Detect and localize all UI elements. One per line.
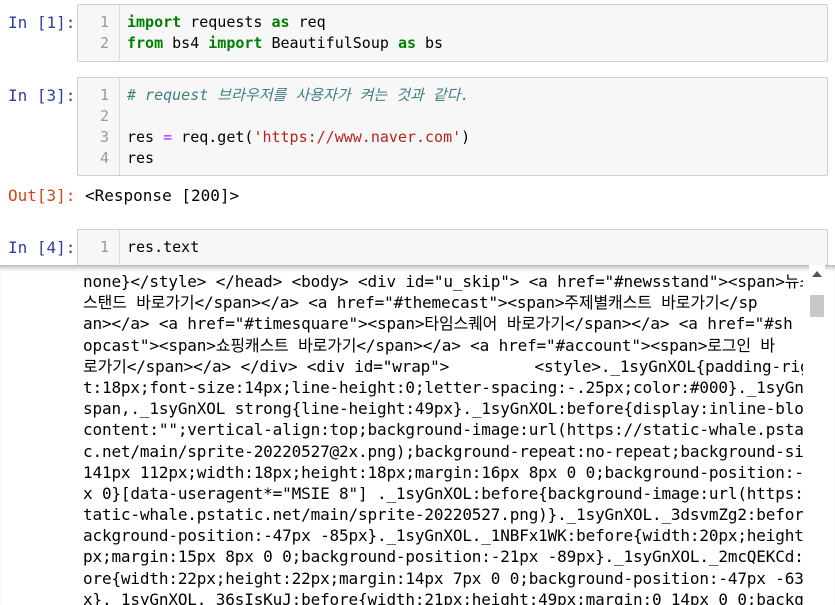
output-line: span,._1syGnXOL strong{line-height:49px}… (83, 399, 803, 419)
output-line: none}</style> </head> <body> <div id="u_… (83, 272, 803, 291)
output-line: t:18px;font-size:14px;line-height:0;lett… (83, 377, 803, 397)
line-number: 2 (99, 107, 109, 125)
output-line: an></a> <a href="#timesquare"><span>타임스퀘… (83, 314, 793, 334)
output-line: px;margin:15px 8px 0 0;background-positi… (83, 547, 803, 567)
output-scroll-area[interactable]: none}</style> </head> <body> <div id="u_… (0, 265, 835, 605)
code-line: # request 브라우저를 사용자가 켜는 것과 같다. (127, 85, 821, 106)
cell-output: <Response [200]> (85, 186, 240, 205)
line-number: 1 (99, 86, 109, 104)
code-line: res = req.get('https://www.naver.com') (127, 127, 821, 148)
code-editor[interactable]: import requests as req from bs4 import Be… (127, 12, 821, 54)
code-token: 'https://www.naver.com' (253, 128, 462, 146)
code-line: import requests as req (127, 12, 821, 33)
scrollbar-thumb[interactable] (810, 295, 824, 317)
output-line: 스탠드 바로가기</span></a> <a href="#themecast"… (83, 293, 758, 313)
line-number: 2 (99, 34, 109, 52)
output-scrollbar[interactable] (809, 265, 825, 605)
code-token: as (397, 34, 416, 52)
line-number: 4 (99, 149, 109, 167)
code-editor[interactable]: # request 브라우저를 사용자가 켜는 것과 같다. res = req.… (127, 85, 821, 169)
code-token: bs (416, 34, 444, 52)
line-number-gutter: 1 2 3 4 (78, 78, 120, 175)
code-token: res.text (127, 238, 200, 256)
code-token: ) (461, 128, 471, 146)
code-cell-3[interactable]: 1 2 3 4 # request 브라우저를 사용자가 켜는 것과 같다. re… (77, 77, 828, 176)
code-token: req.get( (172, 128, 254, 146)
code-token: bs4 (163, 34, 209, 52)
code-token: requests (181, 13, 272, 31)
code-token: res (127, 128, 164, 146)
output-line: content:"";vertical-align:top;background… (83, 420, 803, 440)
line-number-gutter: 1 2 (78, 5, 120, 61)
line-number: 1 (99, 238, 109, 256)
output-prompt-3: Out[3]: (8, 186, 76, 205)
output-line: ackground-position:-47px -85px}._1syGnXO… (83, 526, 803, 546)
output-line: x 0}[data-useragent*="MSIE 8"] ._1syGnXO… (83, 483, 803, 503)
code-cell-4[interactable]: 1 res.text (77, 229, 828, 266)
code-cell-1[interactable]: 1 2 import requests as req from bs4 impor… (77, 4, 828, 62)
output-line: 로가기</span></a> </div> <div id="wrap"> <s… (83, 356, 803, 376)
output-line: tatic-whale.pstatic.net/main/sprite-2022… (83, 505, 803, 525)
code-editor[interactable]: res.text (127, 237, 821, 258)
output-line: 141px 112px;width:18px;height:18px;margi… (83, 462, 803, 482)
code-token: = (163, 128, 173, 146)
code-line: from bs4 import BeautifulSoup as bs (127, 33, 821, 54)
output-line: c.net/main/sprite-20220527@2x.png);backg… (83, 441, 803, 461)
line-number: 1 (99, 13, 109, 31)
code-token: req (289, 13, 326, 31)
output-line: opcast"><span>쇼핑캐스트 바로가기</span></a> <a h… (83, 335, 775, 355)
code-token: BeautifulSoup (262, 34, 398, 52)
code-token: as (271, 13, 290, 31)
code-token: res (127, 149, 155, 167)
line-number-gutter: 1 (78, 230, 120, 265)
code-token: from (127, 34, 164, 52)
line-number: 3 (99, 128, 109, 146)
code-token: import (208, 34, 263, 52)
scroll-up-arrow-icon[interactable] (812, 271, 822, 277)
output-text-block: none}</style> </head> <body> <div id="u_… (83, 271, 803, 605)
code-token: # request 브라우저를 사용자가 켜는 것과 같다. (127, 86, 470, 104)
input-prompt-1: In [1]: (8, 13, 76, 32)
input-prompt-4: In [4]: (8, 238, 76, 257)
code-line: res.text (127, 237, 821, 258)
output-line: x}._1syGnXOL._36sIsKuJ:before{width:21px… (83, 589, 803, 605)
code-token: import (127, 13, 182, 31)
code-line: res (127, 148, 821, 169)
output-line: ore{width:22px;height:22px;margin:14px 7… (83, 568, 803, 588)
input-prompt-3: In [3]: (8, 86, 76, 105)
